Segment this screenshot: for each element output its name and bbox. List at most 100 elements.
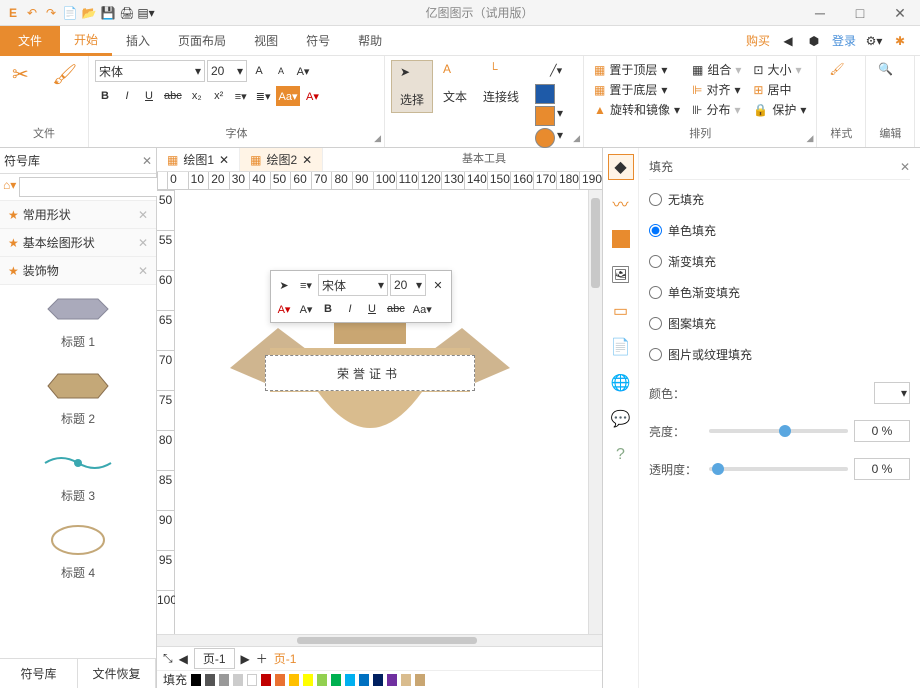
print-button[interactable]: 🖨 — [119, 5, 135, 21]
fill-pattern-radio[interactable]: 图案填充 — [649, 312, 910, 335]
tab-shadow-icon[interactable] — [608, 226, 634, 252]
color-swatch[interactable] — [191, 674, 201, 686]
open-button[interactable]: 📂 — [81, 5, 97, 21]
center-button[interactable]: ⊞居中 — [749, 80, 810, 99]
protect-button[interactable]: 🔒保护▾ — [749, 100, 810, 119]
rect-blue-icon[interactable] — [535, 84, 555, 104]
color-swatch[interactable] — [415, 674, 425, 686]
cloud-icon[interactable]: ⬢ — [806, 33, 822, 49]
color-swatch[interactable] — [303, 674, 313, 686]
menu-symbol[interactable]: 符号 — [292, 26, 344, 56]
options-button[interactable]: ▤▾ — [138, 5, 154, 21]
file-menu[interactable]: 文件 — [0, 26, 60, 56]
scroll-thumb[interactable] — [591, 198, 600, 288]
distribute-button[interactable]: ⊪分布▾ — [688, 100, 745, 119]
menu-start[interactable]: 开始 — [60, 26, 112, 56]
color-swatch[interactable] — [219, 674, 229, 686]
scroll-thumb[interactable] — [297, 637, 477, 644]
font-grow-button[interactable]: A — [249, 61, 269, 81]
login-link[interactable]: 登录 — [832, 32, 856, 49]
menu-help[interactable]: 帮助 — [344, 26, 396, 56]
color-swatch[interactable] — [401, 674, 411, 686]
brush-button[interactable]: 🖌 — [46, 60, 82, 88]
color-swatch[interactable] — [233, 674, 243, 686]
redo-button[interactable]: ↷ — [43, 5, 59, 21]
line-tool-button[interactable]: ╱▾ — [535, 60, 577, 80]
color-swatch[interactable] — [275, 674, 285, 686]
mini-fontcolor-button[interactable]: A▾ — [274, 299, 294, 319]
category-decorations[interactable]: ★装饰物✕ — [0, 257, 156, 285]
circle-orange-icon[interactable] — [535, 128, 555, 148]
tab-image-icon[interactable]: 🖼 — [608, 262, 634, 288]
page-prev-button[interactable]: ◀ — [179, 652, 188, 666]
close-button[interactable]: ✕ — [880, 0, 920, 26]
fontcolor-button[interactable]: A▾ — [302, 86, 322, 106]
color-swatch[interactable] — [247, 674, 257, 686]
font-family-combo[interactable]: 宋体▾ — [95, 60, 205, 82]
align-button[interactable]: ⊫对齐▾ — [688, 80, 745, 99]
strike-button[interactable]: abc — [161, 86, 185, 106]
tab-fill-icon[interactable]: ◆ — [608, 154, 634, 180]
horizontal-scrollbar[interactable] — [157, 634, 602, 646]
fill-mono-gradient-radio[interactable]: 单色渐变填充 — [649, 281, 910, 304]
certificate-text-input[interactable]: 荣誉证书 — [265, 355, 475, 391]
superscript-button[interactable]: x² — [209, 86, 229, 106]
color-swatch[interactable] — [359, 674, 369, 686]
mini-strike-button[interactable]: abc — [384, 299, 408, 319]
mini-close-button[interactable]: ✕ — [428, 275, 448, 295]
right-panel-close-button[interactable]: ✕ — [900, 160, 910, 174]
color-swatch[interactable] — [387, 674, 397, 686]
italic-button[interactable]: I — [117, 86, 137, 106]
cat-close-icon[interactable]: ✕ — [138, 264, 148, 278]
color-swatch[interactable] — [289, 674, 299, 686]
panel-close-button[interactable]: ✕ — [142, 154, 152, 168]
bold-button[interactable]: B — [95, 86, 115, 106]
color-swatch[interactable] — [317, 674, 327, 686]
group-button[interactable]: ▦组合▾ — [688, 60, 745, 79]
menu-view[interactable]: 视图 — [240, 26, 292, 56]
fill-gradient-radio[interactable]: 渐变填充 — [649, 250, 910, 273]
edit-button[interactable]: 🔍 — [872, 60, 908, 88]
fill-none-radio[interactable]: 无填充 — [649, 188, 910, 211]
fill-solid-radio[interactable]: 单色填充 — [649, 219, 910, 242]
send-back-button[interactable]: ▦置于底层▾ — [590, 80, 684, 99]
share-icon[interactable]: ◀ — [780, 33, 796, 49]
gear-icon[interactable]: ⚙▾ — [866, 33, 882, 49]
format-painter-button[interactable]: ✂ — [6, 60, 42, 88]
mini-underline-button[interactable]: U — [362, 299, 382, 319]
mini-size-combo[interactable]: 20▾ — [390, 274, 426, 296]
arrange-launcher-icon[interactable]: ◢ — [806, 133, 813, 144]
home-icon[interactable]: ⌂▾ — [3, 177, 16, 193]
font-shrink-button[interactable]: A — [271, 61, 291, 81]
shape-thumb-3[interactable]: 标题 3 — [6, 445, 150, 504]
tab-line-icon[interactable]: 〰 — [608, 190, 634, 216]
style-button[interactable]: 🖌 — [823, 60, 859, 88]
tab-layer-icon[interactable]: ▭ — [608, 298, 634, 324]
font-style-button[interactable]: A▾ — [293, 61, 313, 81]
opacity-spin[interactable]: 0 % — [854, 458, 910, 480]
mini-italic-button[interactable]: I — [340, 299, 360, 319]
opacity-slider[interactable] — [709, 467, 848, 471]
page-next-button[interactable]: ▶ — [241, 652, 250, 666]
mini-case-button[interactable]: Aa▾ — [410, 299, 435, 319]
font-launcher-icon[interactable]: ◢ — [374, 133, 381, 144]
tab-web-icon[interactable]: 🌐 — [608, 370, 634, 396]
cat-close-icon[interactable]: ✕ — [138, 208, 148, 222]
rect-orange-icon[interactable] — [535, 106, 555, 126]
certificate-badge-shape[interactable] — [185, 320, 555, 480]
tab-page-icon[interactable]: 📄 — [608, 334, 634, 360]
color-swatch[interactable] — [345, 674, 355, 686]
doc-tab-2[interactable]: ▦绘图2✕ — [240, 148, 323, 171]
shape-thumb-2[interactable]: 标题 2 — [6, 368, 150, 427]
tab-close-icon[interactable]: ✕ — [302, 153, 312, 167]
select-tool-button[interactable]: ➤选择 — [391, 60, 433, 113]
save-button[interactable]: 💾 — [100, 5, 116, 21]
tab-chat-icon[interactable]: 💬 — [608, 406, 634, 432]
tools-launcher-icon[interactable]: ◢ — [573, 133, 580, 144]
shape-palette[interactable]: ▾ ▾ — [535, 84, 577, 148]
color-swatch[interactable] — [373, 674, 383, 686]
underline-button[interactable]: U — [139, 86, 159, 106]
undo-button[interactable]: ↶ — [24, 5, 40, 21]
color-swatch[interactable] — [331, 674, 341, 686]
brightness-spin[interactable]: 0 % — [854, 420, 910, 442]
